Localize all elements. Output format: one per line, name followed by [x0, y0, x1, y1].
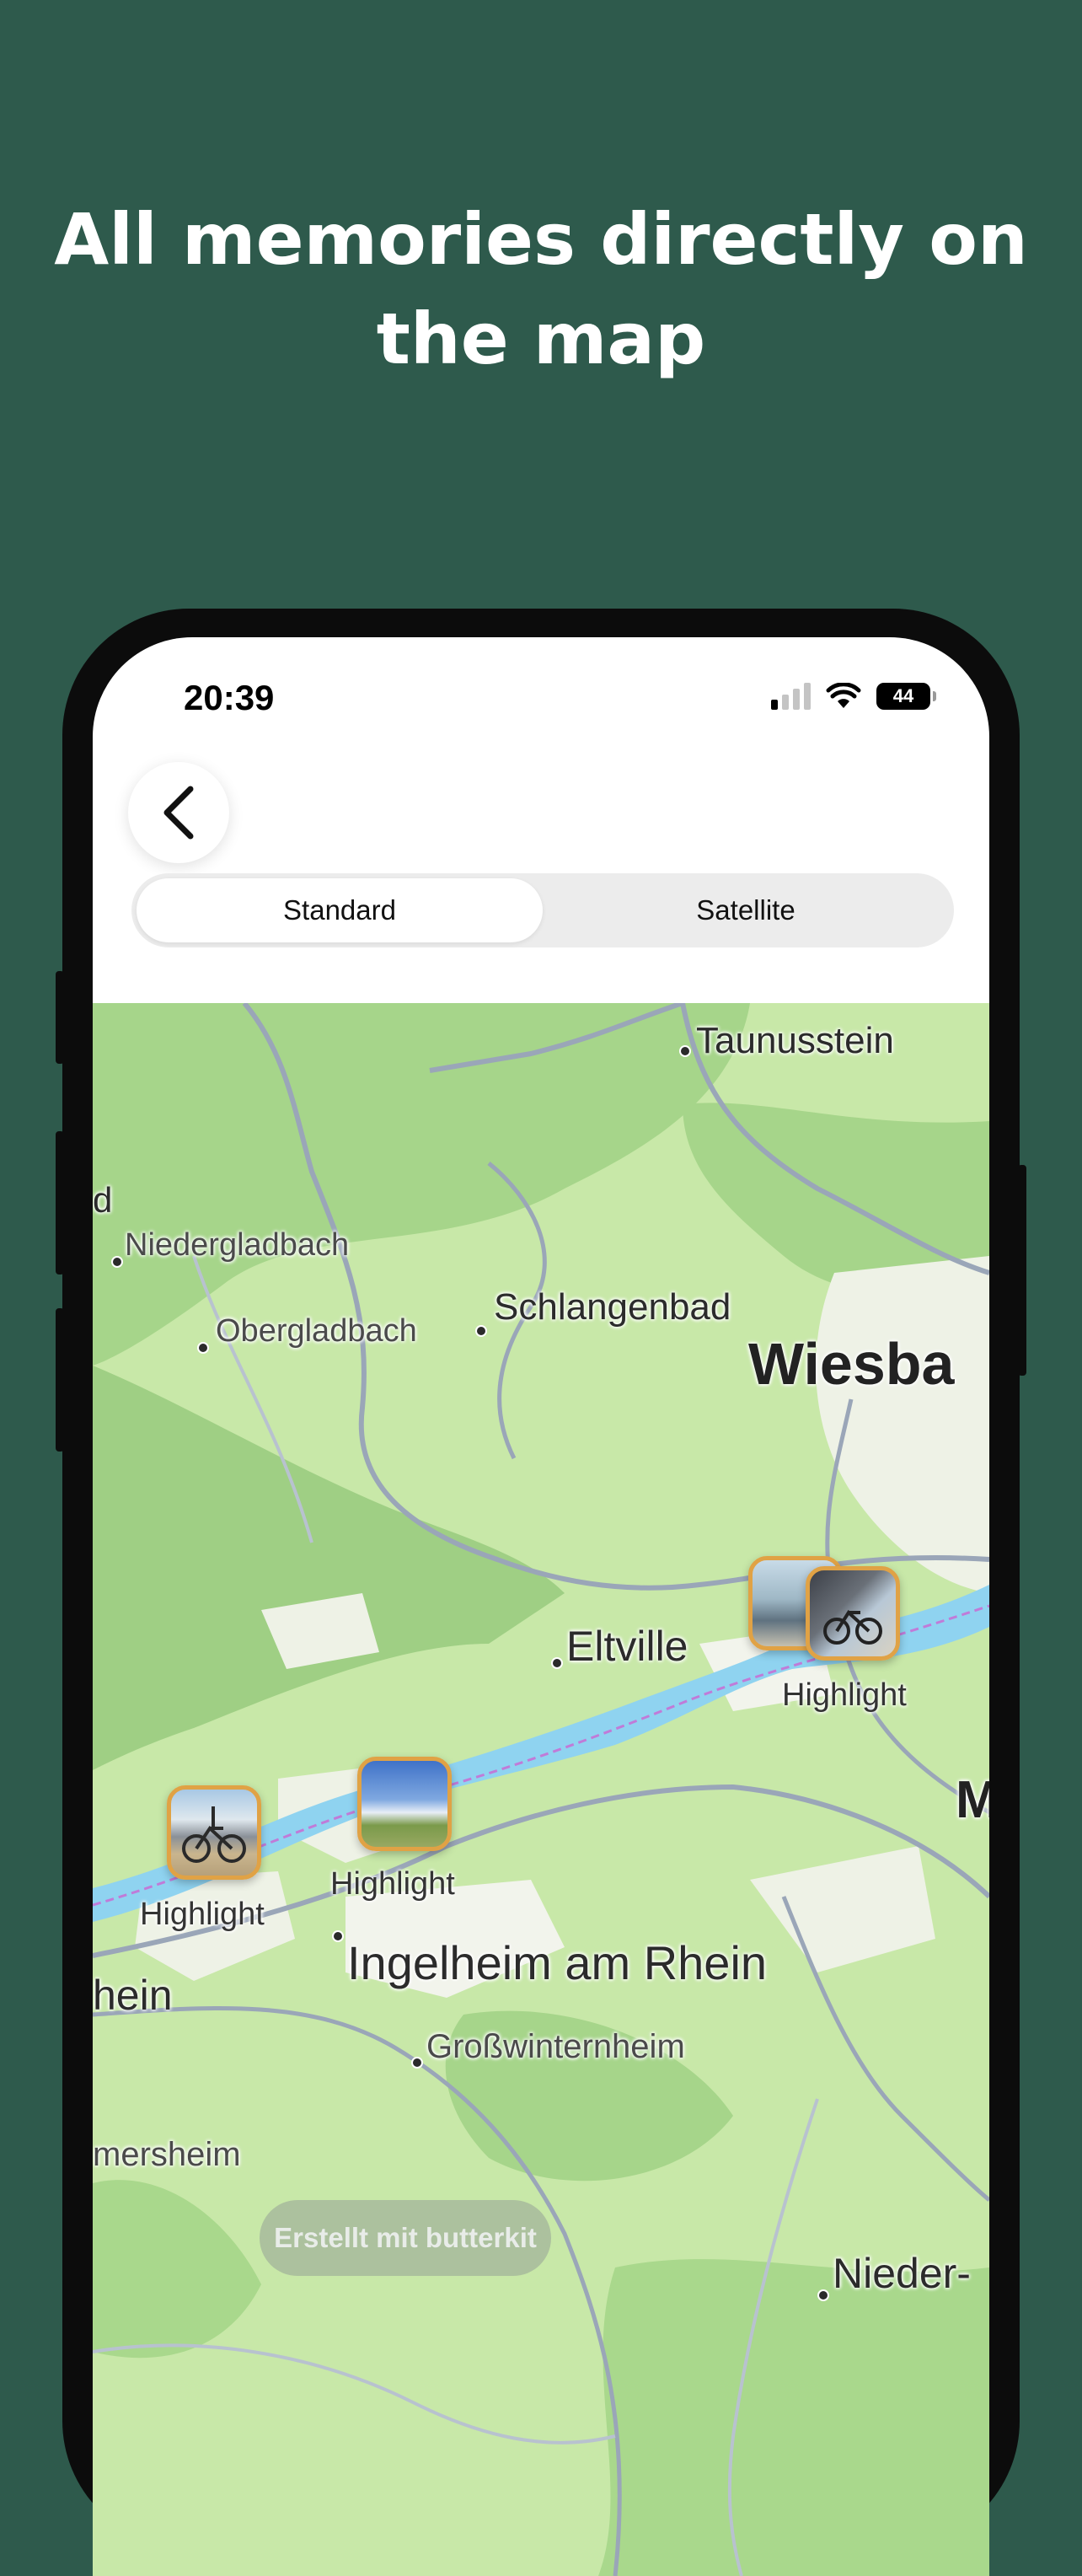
- highlight-photo-pin[interactable]: [357, 1757, 452, 1851]
- status-icons: 44: [771, 679, 936, 713]
- place-eltville: Eltville: [566, 1623, 688, 1670]
- butterkit-credit-badge: Erstellt mit butterkit: [260, 2200, 551, 2276]
- segment-standard[interactable]: Standard: [137, 878, 543, 942]
- phone-screen: 20:39 44 Standard Satellite Taunusstein …: [93, 637, 989, 2576]
- map-type-segmented-control: Standard Satellite: [131, 873, 954, 947]
- highlight-label: Highlight: [330, 1866, 455, 1902]
- place-wiesbaden: Wiesba: [748, 1331, 955, 1397]
- place-dot-taunusstein: [681, 1047, 689, 1055]
- signal-icon: [771, 683, 811, 710]
- place-taunusstein: Taunusstein: [696, 1020, 894, 1061]
- place-edge-d: d: [93, 1180, 113, 1220]
- place-obergladbach: Obergladbach: [216, 1313, 417, 1349]
- place-hein: hein: [93, 1972, 173, 2019]
- back-button[interactable]: [128, 762, 229, 863]
- place-dot-ingelheim: [334, 1932, 342, 1940]
- bicycle-photo-icon: [182, 1806, 246, 1863]
- place-edge-m: M: [956, 1771, 989, 1829]
- highlight-photo-pin[interactable]: [167, 1785, 261, 1880]
- phone-power-button: [1018, 1165, 1026, 1376]
- status-bar: 20:39 44: [93, 637, 989, 738]
- headline: All memories directly on the map: [0, 190, 1082, 389]
- wifi-icon: [826, 683, 861, 708]
- battery-icon: 44: [876, 683, 936, 710]
- place-schlangenbad: Schlangenbad: [494, 1286, 731, 1328]
- status-time: 20:39: [184, 678, 275, 717]
- chevron-left-icon: [163, 786, 194, 840]
- phone-silent-switch: [56, 971, 64, 1064]
- place-dot-obergladbach: [199, 1344, 207, 1352]
- bicycle-photo-icon: [823, 1609, 882, 1645]
- place-ingelheim: Ingelheim am Rhein: [347, 1936, 768, 1989]
- place-grosswinternheim: Großwinternheim: [426, 2028, 685, 2065]
- phone-volume-up: [56, 1131, 64, 1275]
- place-dot-nieder: [819, 2291, 828, 2300]
- map-view[interactable]: Taunusstein d Niedergladbach Obergladbac…: [93, 1003, 989, 2576]
- headline-line-2: the map: [376, 298, 706, 380]
- place-dot-grosswinternheim: [413, 2058, 421, 2067]
- place-dot-niedergladbach: [113, 1258, 121, 1266]
- highlight-label: Highlight: [782, 1677, 907, 1713]
- highlight-label: Highlight: [140, 1897, 265, 1932]
- place-mersheim: mersheim: [93, 2136, 241, 2173]
- place-dot-schlangenbad: [477, 1327, 485, 1335]
- segment-satellite[interactable]: Satellite: [543, 878, 949, 942]
- place-nieder: Nieder-: [833, 2250, 971, 2297]
- phone-volume-down: [56, 1308, 64, 1452]
- place-niedergladbach: Niedergladbach: [125, 1227, 350, 1263]
- headline-line-1: All memories directly on: [54, 198, 1028, 281]
- highlight-photo-pin[interactable]: [806, 1566, 900, 1661]
- place-dot-eltville: [553, 1659, 561, 1667]
